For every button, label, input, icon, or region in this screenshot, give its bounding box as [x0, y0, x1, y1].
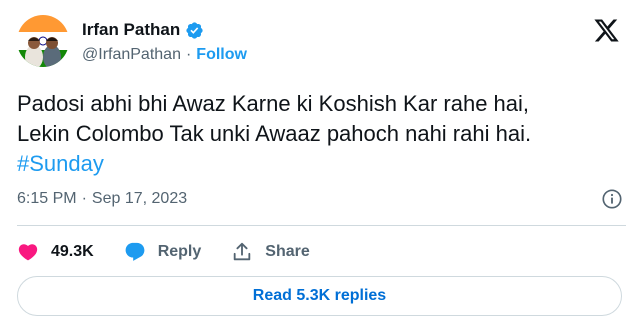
author-name[interactable]: Irfan Pathan — [82, 20, 180, 40]
tweet-card: Irfan Pathan @IrfanPathan · Follow Pados… — [0, 0, 643, 332]
tweet-text-line-2: Lekin Colombo Tak unki Awaaz pahoch nahi… — [17, 121, 532, 146]
author-handle-row: @IrfanPathan · Follow — [82, 46, 247, 64]
reply-button[interactable]: Reply — [124, 241, 202, 263]
author-name-row: Irfan Pathan — [82, 20, 204, 40]
x-logo-icon[interactable] — [592, 17, 621, 44]
read-replies-button[interactable]: Read 5.3K replies — [17, 276, 622, 316]
like-button[interactable]: 49.3K — [17, 241, 94, 263]
divider — [17, 225, 626, 226]
reply-bubble-icon — [125, 242, 145, 261]
like-count: 49.3K — [51, 243, 94, 260]
tweet-timestamp[interactable]: 6:15 PM · Sep 17, 2023 — [17, 190, 187, 208]
heart-icon — [18, 244, 38, 261]
hashtag-link[interactable]: #Sunday — [17, 151, 104, 176]
tweet-time: 6:15 PM — [17, 190, 77, 207]
share-label: Share — [265, 243, 310, 260]
avatar[interactable] — [17, 15, 69, 67]
author-handle[interactable]: @IrfanPathan — [82, 46, 181, 64]
follow-button[interactable]: Follow — [196, 46, 247, 64]
tweet-text: Padosi abhi bhi Awaz Karne ki Koshish Ka… — [17, 89, 627, 179]
tweet-text-line-1: Padosi abhi bhi Awaz Karne ki Koshish Ka… — [17, 91, 530, 116]
share-button[interactable]: Share — [231, 241, 310, 263]
avatar-photo — [17, 15, 69, 67]
handle-separator: · — [185, 46, 192, 63]
read-replies-label: Read 5.3K replies — [252, 287, 387, 304]
reply-label: Reply — [157, 243, 202, 260]
tweet-date: Sep 17, 2023 — [91, 190, 188, 207]
timestamp-separator: · — [81, 190, 87, 207]
share-icon — [234, 242, 251, 261]
info-icon[interactable] — [601, 188, 623, 210]
verified-badge-icon — [186, 21, 203, 39]
action-bar: 49.3K Reply Share — [17, 238, 340, 266]
